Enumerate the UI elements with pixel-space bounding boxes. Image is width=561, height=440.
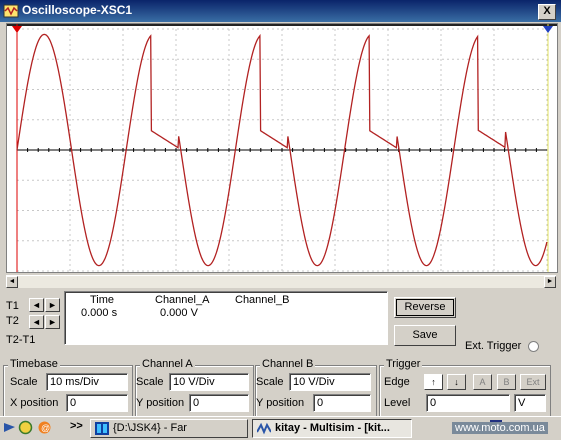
timebase-title: Timebase [8, 358, 60, 370]
quicklaunch-app-icon[interactable] [2, 420, 17, 435]
timebase-group: Timebase Scale 10 ms/Div X position 0 [3, 358, 133, 419]
trigger-ext-button[interactable]: Ext [520, 374, 546, 390]
scroll-left-button[interactable]: ◄ [6, 276, 18, 288]
multisim-task-label: kitay - Multisim - [kit... [275, 422, 390, 434]
readout-channel-a-value: 0.000 V [160, 307, 198, 319]
readout-header-channel-a: Channel_A [155, 294, 210, 306]
t2-left-button[interactable]: ◄ [29, 315, 44, 329]
timebase-scale-field[interactable]: 10 ms/Div [46, 373, 128, 391]
scroll-right-button[interactable]: ► [544, 276, 556, 288]
cursor-readout-panel: Time Channel_A Channel_B 0.000 s 0.000 V [64, 291, 388, 345]
ext-trigger-radio[interactable] [527, 340, 540, 353]
trigger-edge-label: Edge [384, 376, 410, 388]
x-position-field[interactable]: 0 [66, 394, 128, 412]
cursor-t2-label: T2 [6, 315, 19, 327]
cursor-t1-label: T1 [6, 300, 19, 312]
oscilloscope-icon [3, 4, 19, 18]
far-task-label: {D:\JSK4} - Far [113, 422, 187, 434]
readout-header-channel-b: Channel_B [235, 294, 290, 306]
channel-a-scale-label: Scale [136, 376, 164, 388]
scope-display [7, 24, 557, 272]
channel-b-scale-label: Scale [256, 376, 284, 388]
channel-a-ypos-label: Y position [136, 397, 185, 409]
cursor-t2-marker[interactable] [543, 26, 553, 33]
channel-a-scale-field[interactable]: 10 V/Div [169, 373, 249, 391]
trigger-a-button[interactable]: A [473, 374, 492, 390]
readout-time-value: 0.000 s [81, 307, 118, 319]
quicklaunch-clock-icon[interactable] [18, 420, 33, 435]
channel-a-ypos-field[interactable]: 0 [189, 394, 249, 412]
quicklaunch-more[interactable]: >> [70, 420, 83, 432]
close-button[interactable]: X [538, 4, 556, 20]
scope-screen [6, 23, 558, 273]
window-title: Oscilloscope-XSC1 [22, 3, 133, 17]
reverse-button[interactable]: Reverse [394, 297, 456, 318]
trigger-b-button[interactable]: B [497, 374, 516, 390]
trigger-title: Trigger [384, 358, 423, 370]
trigger-level-field[interactable]: 0 [426, 394, 510, 412]
timebase-scale-label: Scale [10, 376, 38, 388]
channel-a-group: Channel A Scale 10 V/Div Y position 0 [135, 358, 254, 419]
channel-b-scale-field[interactable]: 10 V/Div [289, 373, 371, 391]
ext-trigger-label: Ext. Trigger [465, 340, 522, 352]
task-multisim[interactable]: kitay - Multisim - [kit... [252, 419, 412, 438]
rising-edge-button[interactable]: ↑ [424, 374, 443, 390]
quicklaunch-mail-icon[interactable]: @ [37, 420, 52, 435]
channel-b-group: Channel B Scale 10 V/Div Y position 0 [255, 358, 377, 419]
trigger-level-label: Level [384, 397, 411, 409]
save-button[interactable]: Save [394, 325, 456, 346]
trigger-unit-field[interactable]: V [514, 394, 546, 412]
channel-b-ypos-field[interactable]: 0 [313, 394, 371, 412]
cursor-t1-marker[interactable] [12, 26, 22, 33]
falling-edge-button[interactable]: ↓ [447, 374, 466, 390]
title-bar: Oscilloscope-XSC1 X [0, 0, 561, 22]
watermark: www.moto.com.ua [452, 422, 548, 434]
svg-text:@: @ [41, 423, 50, 433]
horizontal-scrollbar[interactable]: ◄ ► [6, 275, 556, 288]
x-position-label: X position [10, 397, 59, 409]
far-icon [95, 422, 109, 435]
trigger-group: Trigger Edge ↑ ↓ A B Ext Level 0 V [379, 358, 551, 419]
channel-b-ypos-label: Y position [256, 397, 305, 409]
task-far-manager[interactable]: {D:\JSK4} - Far [90, 419, 248, 438]
t2-right-button[interactable]: ► [45, 315, 60, 329]
cursor-diff-label: T2-T1 [6, 334, 36, 346]
multisim-icon [257, 422, 271, 435]
readout-header-time: Time [90, 294, 115, 306]
channel-a-title: Channel A [140, 358, 195, 370]
channel-b-title: Channel B [260, 358, 316, 370]
t1-left-button[interactable]: ◄ [29, 298, 44, 312]
t1-right-button[interactable]: ► [45, 298, 60, 312]
